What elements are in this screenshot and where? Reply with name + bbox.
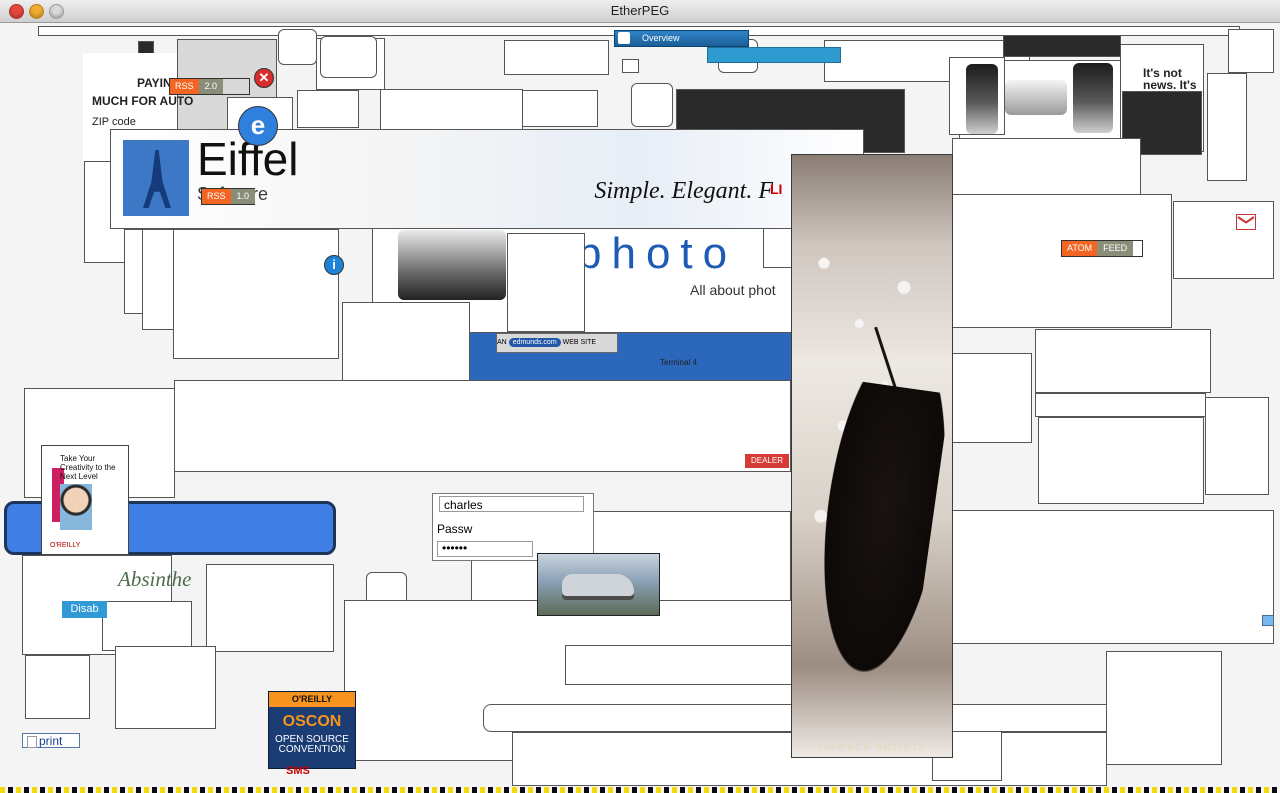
large-white-panel: [951, 510, 1274, 644]
man-portrait-tile: [507, 233, 585, 332]
leica-image: [1005, 80, 1067, 115]
li-text: LI: [770, 181, 783, 197]
window-title: EtherPEG: [610, 3, 670, 18]
print-label: print: [39, 734, 63, 748]
print-link[interactable]: print: [22, 733, 80, 748]
rss-20-badge[interactable]: RSS 2.0: [169, 78, 250, 95]
book-publisher: O'REILLY: [50, 542, 81, 549]
username-field[interactable]: charles: [439, 496, 584, 512]
sms-text: SMS: [286, 765, 310, 777]
oscon-brand: O'REILLY: [269, 692, 355, 707]
city-night-tile: [1035, 329, 1211, 393]
atom-feed-panel: [952, 194, 1172, 328]
aerial-photo-tile: [102, 601, 192, 651]
mail-icon[interactable]: [1236, 214, 1256, 230]
its-not-news-text: It's not news. It's: [1143, 66, 1197, 92]
book-cover: Take Your Creativity to the Next Level O…: [41, 445, 129, 555]
child-photo: [60, 484, 92, 530]
flash-icon: [320, 36, 377, 78]
overview-bar[interactable]: Overview: [614, 30, 749, 47]
edmunds-banner: AN edmunds.com WEB SITE: [496, 333, 618, 353]
password-field[interactable]: ••••••: [437, 541, 533, 557]
business-people-tile: [206, 564, 334, 652]
tagline: Simple. Elegant. F: [594, 178, 773, 204]
browser-icon: e: [238, 106, 278, 146]
photo-banner-text: photo: [577, 229, 738, 278]
edmunds-prefix: AN: [497, 339, 507, 346]
terminal-label: Terminal 4: [660, 358, 697, 367]
car-image: [562, 574, 634, 596]
industrial-tile: [297, 90, 359, 128]
rss-version-label: 1.0: [230, 189, 256, 204]
cat-photo-tile: [1228, 29, 1274, 73]
flash-unit-image: [966, 64, 998, 134]
rss-label: RSS: [202, 189, 231, 204]
book-title: Take Your Creativity to the Next Level: [60, 454, 116, 481]
print-icon: [27, 736, 37, 748]
oscon-badge: O'REILLY OSCON OPEN SOURCE CONVENTION: [268, 691, 356, 769]
oscon-title: OSCON: [282, 713, 342, 730]
status-dots: [0, 787, 1280, 793]
login-box: charles Passw ••••••: [432, 493, 594, 561]
rss-label: RSS: [170, 79, 199, 94]
password-label: Passw: [437, 522, 473, 536]
woman-photo-tile: [173, 229, 339, 359]
eiffel-banner: Eiffel Software Simple. Elegant. F RSS 1…: [110, 129, 864, 229]
light-bar-tile: [1035, 393, 1206, 417]
small-window-icon: [622, 59, 639, 73]
eiffel-logo: [123, 140, 189, 216]
sky-tile: [504, 40, 609, 75]
phone-photo-tile: [1106, 651, 1222, 765]
edmunds-suffix: WEB SITE: [562, 339, 597, 346]
atom-feed-badge[interactable]: ATOM FEED: [1061, 240, 1143, 257]
rss-version-label: 2.0: [198, 79, 224, 94]
tall-screen-tile: [1207, 73, 1247, 181]
road-photo-tile: [1038, 417, 1204, 504]
photo-banner-subtitle: All about phot: [690, 282, 776, 298]
overview-label: Overview: [642, 33, 680, 43]
canon-flash-image: [1073, 63, 1113, 133]
overview-subbar[interactable]: [707, 47, 841, 63]
beer-ad-tile: [565, 645, 792, 685]
orange-silhouette-tile: [25, 655, 90, 719]
camcorder-image: [278, 29, 317, 65]
much-for-auto-text: MUCH FOR AUTO: [92, 94, 194, 108]
absinthe-text: Absinthe: [118, 567, 192, 591]
gawker-tag: DEALER: [745, 454, 789, 468]
oscon-subtitle: OPEN SOURCE CONVENTION: [269, 735, 355, 755]
feed-label: FEED: [1097, 241, 1134, 256]
edmunds-brand: edmunds.com: [508, 338, 561, 347]
error-icon[interactable]: ✕: [254, 68, 274, 88]
gawker-artists-text: GAWKER ARTISTS: [818, 741, 926, 753]
image-collage: PAYIN MUCH FOR AUTO ZIP code RSS 2.0 ✕ O…: [0, 23, 1280, 793]
flash-mini-image: [631, 83, 673, 127]
car-photo-card: [537, 553, 660, 616]
paying-text: PAYIN: [137, 76, 172, 90]
disab-tab[interactable]: Disab: [62, 601, 107, 618]
camera-image: [398, 230, 506, 300]
info-icon[interactable]: i: [324, 255, 344, 275]
fur-tile: [380, 89, 523, 132]
rss-10-badge[interactable]: RSS 1.0: [201, 188, 256, 205]
zip-code-label: ZIP code: [92, 116, 136, 128]
eiffel-tower-icon: [143, 150, 171, 208]
atom-label: ATOM: [1062, 241, 1098, 256]
glasses-man-tile: [1205, 397, 1269, 495]
black-strip-tile: [1003, 35, 1121, 57]
title-bar: EtherPEG: [0, 0, 1280, 23]
meeting-photo-tile: [952, 353, 1032, 443]
blue-scroll-handle[interactable]: [1262, 615, 1274, 626]
mouse-art-panel: GAWKER ARTISTS: [791, 154, 953, 758]
oscon-line2: CONVENTION: [278, 744, 346, 755]
right-white-tile: [1173, 201, 1274, 279]
etherpeg-window: EtherPEG PAYIN MUCH FOR AUTO ZIP code RS…: [0, 0, 1280, 793]
man-hat-photo-tile: [174, 380, 791, 472]
overview-icon: [618, 32, 630, 44]
beer-bottle-tile: [115, 646, 216, 729]
